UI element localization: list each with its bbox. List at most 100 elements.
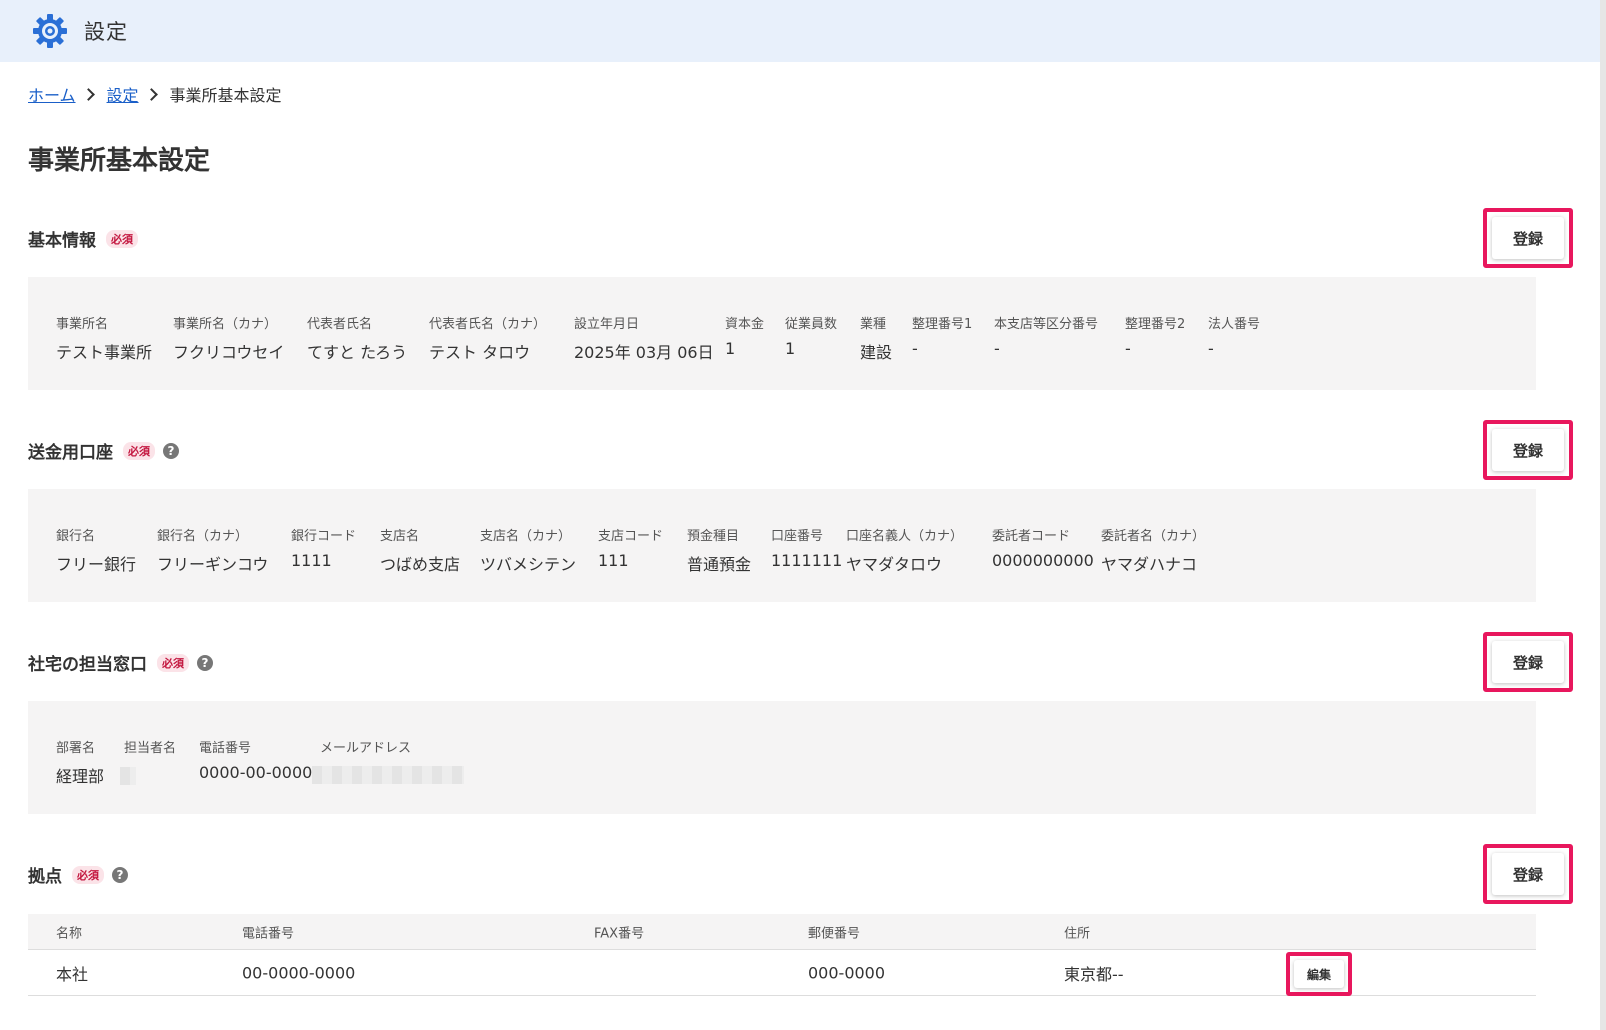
field-value: 1 [725,339,736,358]
field-value: - [1208,339,1214,358]
field-label: 預金種目 [687,529,740,544]
table-header: 名称 電話番号 FAX番号 郵便番号 住所 [28,914,1536,950]
bases-table: 名称 電話番号 FAX番号 郵便番号 住所 本社 00-0000-0000 00… [28,914,1536,996]
field-value: テスト事業所 [56,343,153,362]
field-label: 銀行コード [291,529,357,544]
field-value: フリー銀行 [56,555,137,574]
field-label: 資本金 [725,317,765,332]
help-icon[interactable]: ? [197,654,213,671]
field-label: 委託者名（カナ） [1101,529,1206,544]
field-label: 電話番号 [199,741,252,756]
field-label: 本支店等区分番号 [994,317,1099,332]
cell-name: 本社 [56,964,89,984]
field-value: - [994,339,1000,358]
scrollbar-track[interactable] [1600,0,1606,1030]
field-value: つばめ支店 [380,555,461,574]
field-label: 口座番号 [771,529,824,544]
field-value: - [1125,339,1131,358]
field-value: 普通預金 [687,555,752,574]
field-label: 銀行名（カナ） [157,529,249,544]
edit-button-highlight: 編集 [1286,952,1352,996]
gear-icon [30,11,70,51]
section-title-bank: 送金用口座 [28,443,113,463]
required-badge: 必須 [157,653,189,672]
field-value: 0000-00-0000 [199,763,313,782]
section-header-basic: 基本情報 必須 [28,226,138,251]
field-label: 事業所名（カナ） [173,317,278,332]
page-title: 事業所基本設定 [28,146,211,176]
field-value: テスト タロウ [429,343,531,362]
field-value: 経理部 [56,767,105,786]
required-badge: 必須 [123,441,155,460]
redacted-value [312,766,464,784]
section-header-bases: 拠点 必須 ? [28,862,128,887]
field-label: 部署名 [56,741,96,756]
chevron-right-icon [144,87,158,101]
required-badge: 必須 [72,865,104,884]
section-header-bank: 送金用口座 必須 ? [28,438,179,463]
field-label: 口座名義人（カナ） [846,529,964,544]
field-label: 法人番号 [1208,317,1261,332]
section-title-bases: 拠点 [28,867,62,887]
edit-base-button[interactable]: 編集 [1294,960,1344,988]
column-header-fax: FAX番号 [594,926,645,941]
chevron-right-icon [81,87,95,101]
field-label: 担当者名 [124,741,177,756]
cell-tel: 00-0000-0000 [242,963,356,982]
field-value: てすと たろう [307,343,408,362]
field-value: ツバメシテン [480,555,577,574]
column-header-address: 住所 [1064,926,1091,941]
field-value: 2025年 03月 06日 [574,343,714,362]
breadcrumb: ホーム 設定 事業所基本設定 [28,82,282,106]
field-value: ヤマダタロウ [846,555,943,574]
field-value: 1 [785,339,796,358]
field-label: 整理番号1 [912,317,973,332]
section-title-basic: 基本情報 [28,231,96,251]
section-header-contact: 社宅の担当窓口 必須 ? [28,650,213,675]
field-value: 111 [598,551,629,570]
register-button-highlight: 登録 [1483,420,1573,480]
table-row: 本社 00-0000-0000 000-0000 東京都-- 編集 [28,950,1536,996]
redacted-value [120,767,136,785]
field-label: 従業員数 [785,317,838,332]
field-label: 代表者氏名 [307,317,373,332]
bank-account-panel: 銀行名 フリー銀行 銀行名（カナ） フリーギンコウ 銀行コード 1111 支店名 つばめ… [28,489,1536,602]
field-value: 0000000000 [992,551,1094,570]
field-label: 支店コード [598,529,664,544]
field-label: 業種 [860,317,887,332]
field-label: 整理番号2 [1125,317,1186,332]
register-button-highlight: 登録 [1483,844,1573,904]
field-label: 設立年月日 [574,317,640,332]
breadcrumb-home-link[interactable]: ホーム [28,82,76,106]
app-header: 設定 [0,0,1606,62]
field-value: 建設 [860,343,893,362]
basic-info-panel: 事業所名 テスト事業所 事業所名（カナ） フクリコウセイ 代表者氏名 てすと たろう … [28,277,1536,390]
field-label: 支店名（カナ） [480,529,572,544]
field-value: フクリコウセイ [173,343,285,362]
breadcrumb-settings-link[interactable]: 設定 [107,82,139,106]
field-value: 1111 [291,551,332,570]
field-value: ヤマダハナコ [1101,555,1198,574]
field-label: 事業所名 [56,317,109,332]
contact-panel: 部署名経理部 担当者名 電話番号 0000-00-0000 メールアドレス [28,701,1536,814]
column-header-tel: 電話番号 [242,926,295,941]
field-label: 銀行名 [56,529,96,544]
breadcrumb-current: 事業所基本設定 [169,86,282,105]
register-button-highlight: 登録 [1483,208,1573,268]
register-button-highlight: 登録 [1483,632,1573,692]
cell-address: 東京都-- [1064,964,1124,984]
register-bases-button[interactable]: 登録 [1492,853,1564,895]
required-badge: 必須 [106,229,138,248]
field-value: フリーギンコウ [157,555,269,574]
field-value: 1111111 [771,551,843,570]
field-label: メールアドレス [320,741,412,756]
register-contact-button[interactable]: 登録 [1492,641,1564,683]
register-bank-button[interactable]: 登録 [1492,429,1564,471]
cell-zip: 000-0000 [808,963,886,982]
help-icon[interactable]: ? [112,866,128,883]
column-header-zip: 郵便番号 [808,926,861,941]
column-header-name: 名称 [56,926,83,941]
field-value: - [912,339,918,358]
help-icon[interactable]: ? [163,442,179,459]
register-basic-button[interactable]: 登録 [1492,217,1564,259]
